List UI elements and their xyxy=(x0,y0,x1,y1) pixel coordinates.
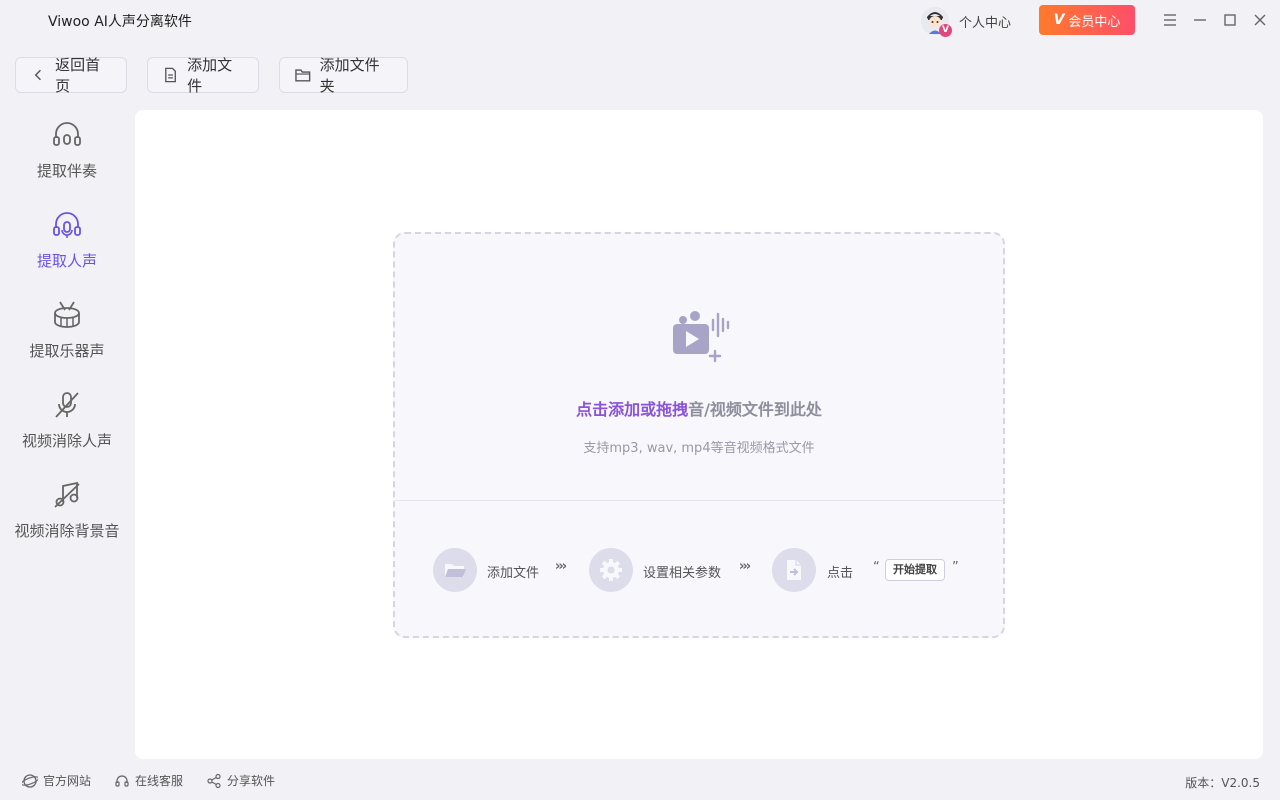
title-bar: Viwoo AI人声分离软件 V 个人中心 V 会员中心 xyxy=(0,0,1280,40)
online-support-label: 在线客服 xyxy=(135,774,184,788)
add-file-label: 添加文件 xyxy=(187,56,233,95)
sidebar-item-extract-instruments[interactable]: 提取乐器声 xyxy=(0,294,134,384)
step-add-file-circle xyxy=(433,548,477,592)
file-icon xyxy=(165,67,176,83)
app-title: Viwoo AI人声分离软件 xyxy=(48,14,192,30)
share-software-link[interactable]: 分享软件 xyxy=(206,772,275,789)
quote-close: ” xyxy=(952,560,959,575)
add-folder-button[interactable]: 添加文件夹 xyxy=(279,56,408,95)
version-label: 版本：V2.0.5 xyxy=(1185,776,1260,790)
video-audio-add-icon xyxy=(673,311,730,363)
official-website-label: 官方网站 xyxy=(43,774,92,788)
app-logo-icon xyxy=(12,7,36,33)
sidebar-item-label: 提取乐器声 xyxy=(29,342,105,360)
vip-center-button[interactable]: V 会员中心 xyxy=(1039,5,1135,35)
step-add-file-label: 添加文件 xyxy=(487,566,540,581)
sidebar-item-extract-vocals[interactable]: 提取人声 xyxy=(0,204,134,294)
headphone-mic-icon xyxy=(53,212,81,238)
back-home-label: 返回首页 xyxy=(55,56,101,95)
maximize-button[interactable] xyxy=(1218,8,1242,32)
drum-icon xyxy=(54,301,80,328)
headphone-music-icon xyxy=(53,122,81,146)
avatar[interactable]: V xyxy=(921,7,952,37)
chevron-left-icon xyxy=(34,69,41,81)
file-drop-zone[interactable]: 点击添加或拖拽音/视频文件到此处 支持mp3, wav, mp4等音视频格式文件… xyxy=(393,232,1005,638)
sidebar-item-video-remove-background[interactable]: 视频消除背景音 xyxy=(0,474,134,564)
personal-center-link[interactable]: 个人中心 xyxy=(959,12,1011,31)
menu-icon xyxy=(1164,14,1176,26)
music-off-icon xyxy=(54,481,80,508)
close-icon xyxy=(1254,14,1266,26)
vip-center-label: 会员中心 xyxy=(1068,14,1121,30)
minimize-button[interactable] xyxy=(1188,8,1212,32)
step-start-circle xyxy=(772,548,816,592)
minimize-icon xyxy=(1194,19,1206,21)
close-button[interactable] xyxy=(1248,8,1272,32)
step-arrow: ››› xyxy=(739,559,751,574)
maximize-icon xyxy=(1224,14,1236,26)
quote-open: “ xyxy=(873,560,880,575)
sidebar-item-label: 提取伴奏 xyxy=(36,162,97,180)
start-extract-tag: 开始提取 xyxy=(885,559,945,581)
step-arrow: ››› xyxy=(555,559,567,574)
add-file-button[interactable]: 添加文件 xyxy=(147,56,259,95)
official-website-link[interactable]: 官方网站 xyxy=(22,772,91,789)
sidebar-item-label: 视频消除背景音 xyxy=(14,522,120,540)
back-home-button[interactable]: 返回首页 xyxy=(15,56,127,95)
sidebar-item-video-remove-vocals[interactable]: 视频消除人声 xyxy=(0,384,134,474)
share-software-label: 分享软件 xyxy=(227,774,276,788)
file-export-icon xyxy=(787,560,801,580)
drop-zone-formats-hint: 支持mp3, wav, mp4等音视频格式文件 xyxy=(583,441,815,456)
step-click-label: 点击 xyxy=(827,566,854,581)
drop-zone-main-text: 点击添加或拖拽音/视频文件到此处 xyxy=(395,396,1003,420)
vip-badge: V xyxy=(939,24,952,37)
sidebar-item-extract-accompaniment[interactable]: 提取伴奏 xyxy=(0,114,134,204)
online-support-link[interactable]: 在线客服 xyxy=(114,772,183,789)
share-icon xyxy=(207,773,221,788)
folder-open-icon xyxy=(445,564,466,577)
step-settings-label: 设置相关参数 xyxy=(643,566,722,581)
drop-zone-rest-text: 音/视频文件到此处 xyxy=(688,400,822,419)
sidebar-item-label: 提取人声 xyxy=(36,252,97,270)
drop-zone-click-link[interactable]: 点击添加或拖拽 xyxy=(576,400,688,419)
vip-mark: V xyxy=(1053,12,1065,28)
drop-zone-divider xyxy=(395,500,1003,501)
add-folder-label: 添加文件夹 xyxy=(319,56,380,95)
sidebar-item-label: 视频消除人声 xyxy=(21,432,112,450)
folder-icon xyxy=(295,69,311,82)
globe-icon xyxy=(22,773,38,788)
mic-off-icon xyxy=(55,392,79,418)
gear-icon xyxy=(600,559,622,581)
menu-button[interactable] xyxy=(1158,8,1182,32)
step-settings-circle xyxy=(589,548,633,592)
headset-icon xyxy=(115,774,129,787)
